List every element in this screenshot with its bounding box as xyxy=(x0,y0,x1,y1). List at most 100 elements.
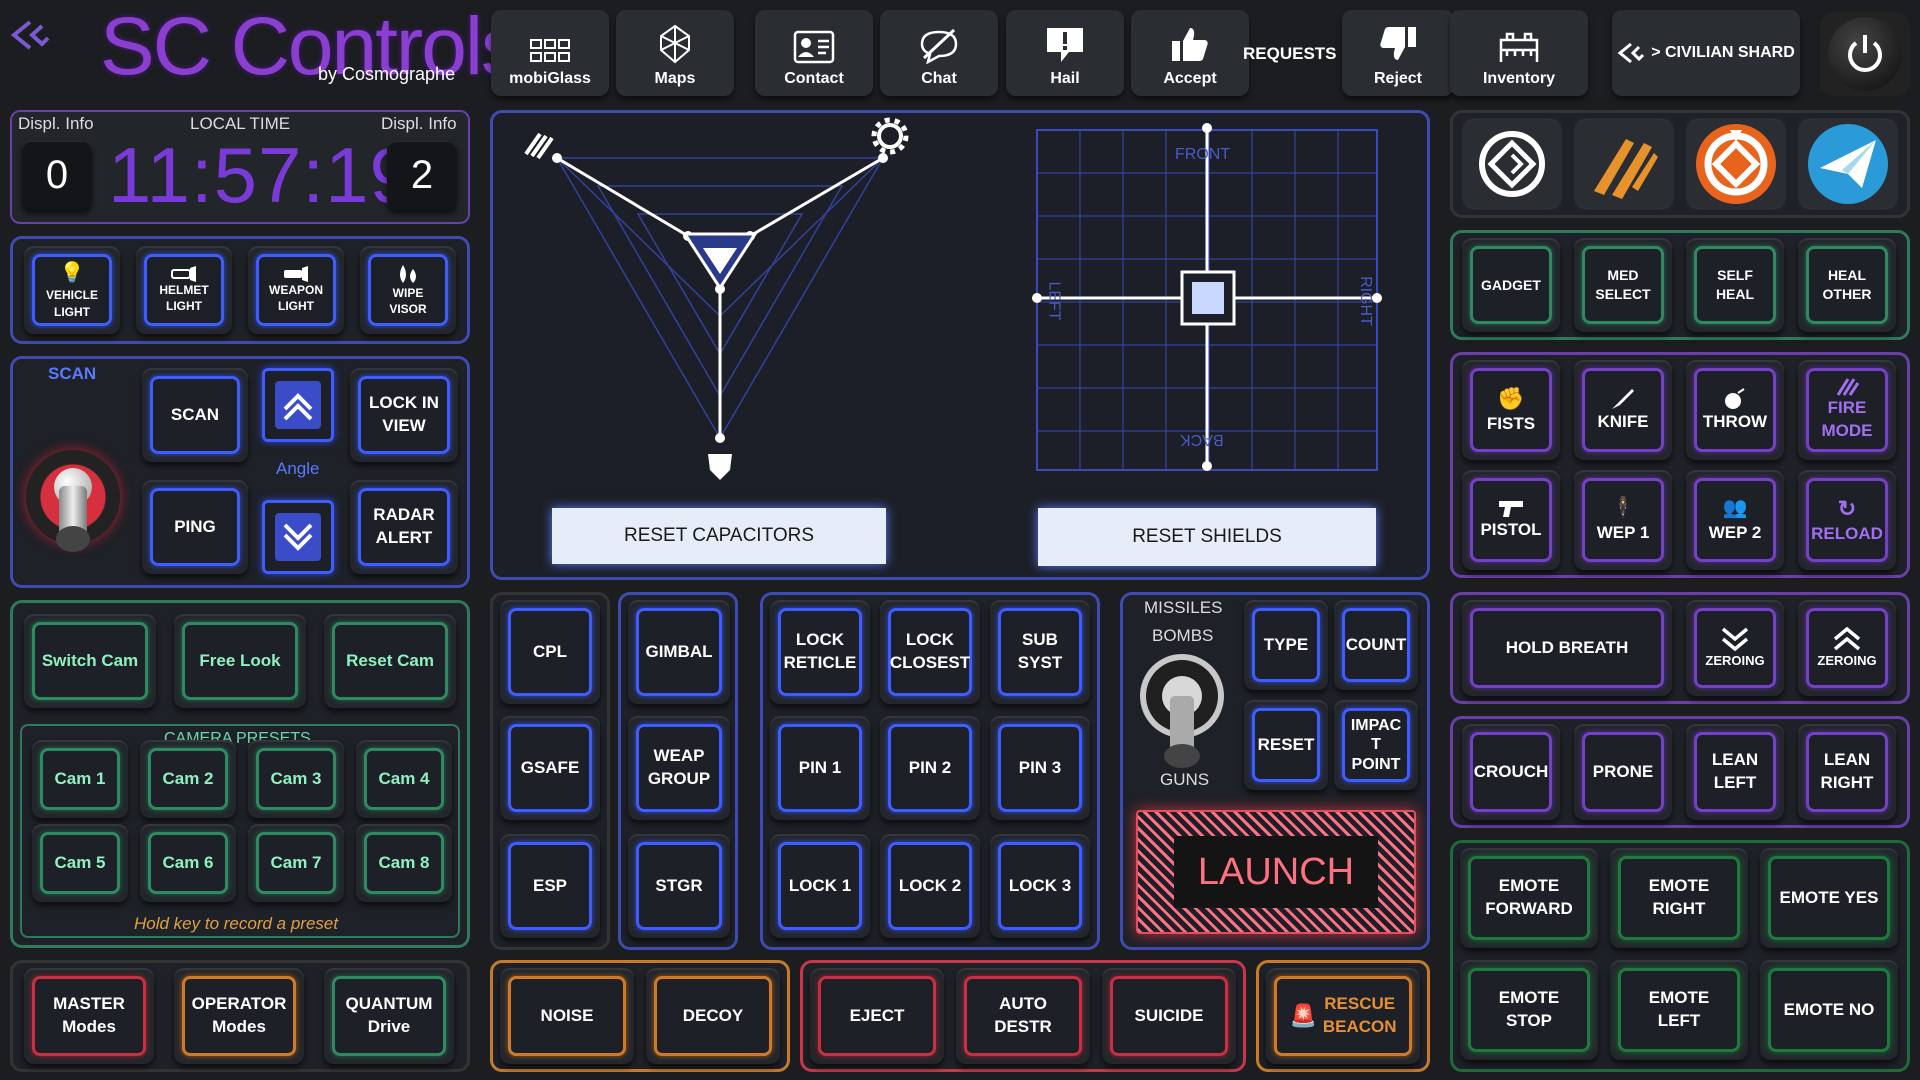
display-info-left-button[interactable]: 0 xyxy=(22,140,92,210)
lean-right-button[interactable]: LEAN RIGHT xyxy=(1798,724,1896,820)
reset-cam-button[interactable]: Reset Cam xyxy=(324,614,456,708)
wipe-visor-button[interactable]: WIPE VISOR xyxy=(360,246,456,334)
self-heal-button[interactable]: SELF HEAL xyxy=(1686,238,1784,332)
emote-yes-button[interactable]: EMOTE YES xyxy=(1760,848,1898,948)
power-triangle-widget[interactable] xyxy=(510,116,930,496)
reset-shields-button[interactable]: RESET SHIELDS xyxy=(1038,508,1376,566)
helmet-light-button[interactable]: HELMET LIGHT xyxy=(136,246,232,334)
contact-button[interactable]: Contact xyxy=(755,10,873,96)
gimbal-button[interactable]: GIMBAL xyxy=(628,600,730,704)
lock3-button[interactable]: LOCK 3 xyxy=(990,834,1090,938)
app-shortcut-4[interactable] xyxy=(1798,118,1898,210)
knife-button[interactable]: KNIFE xyxy=(1574,360,1672,460)
operator-modes-label: OPERATOR Modes xyxy=(191,994,287,1036)
lock-in-view-button[interactable]: LOCK IN VIEW xyxy=(350,368,458,462)
med-select-button[interactable]: MED SELECT xyxy=(1574,238,1672,332)
shield-grid-widget[interactable]: FRONT BACK LEFT RIGHT xyxy=(1020,116,1400,486)
gsafe-button[interactable]: GSAFE xyxy=(500,716,600,820)
vehicle-light-button[interactable]: 💡 VEHICLE LIGHT xyxy=(24,246,120,334)
emote-stop-button[interactable]: EMOTE STOP xyxy=(1460,960,1598,1060)
back-logo-icon[interactable] xyxy=(8,18,58,58)
ping-button[interactable]: PING xyxy=(142,480,248,574)
angle-down-button[interactable] xyxy=(262,500,334,574)
emote-left-button[interactable]: EMOTE LEFT xyxy=(1610,960,1748,1060)
heal-other-button[interactable]: HEAL OTHER xyxy=(1798,238,1896,332)
missile-reset-button[interactable]: RESET xyxy=(1244,700,1328,790)
noise-button[interactable]: NOISE xyxy=(500,968,634,1064)
stgr-button[interactable]: STGR xyxy=(628,834,730,938)
camera-preset-button[interactable]: Cam 2 xyxy=(140,740,236,818)
switch-cam-button[interactable]: Switch Cam xyxy=(24,614,156,708)
zeroing-down-button[interactable]: ZEROING xyxy=(1686,600,1784,696)
app-shortcut-2[interactable] xyxy=(1574,118,1674,210)
reset-capacitors-button[interactable]: RESET CAPACITORS xyxy=(552,508,886,564)
hold-breath-button[interactable]: HOLD BREATH xyxy=(1462,600,1672,696)
chat-button[interactable]: Chat xyxy=(880,10,998,96)
camera-preset-button[interactable]: Cam 4 xyxy=(356,740,452,818)
camera-preset-button[interactable]: Cam 5 xyxy=(32,824,128,902)
emote-right-button[interactable]: EMOTE RIGHT xyxy=(1610,848,1748,948)
launch-button[interactable]: LAUNCH xyxy=(1136,810,1416,934)
pistol-button[interactable]: PISTOL xyxy=(1462,470,1560,570)
app-shortcut-3[interactable] xyxy=(1686,118,1786,210)
missile-type-button[interactable]: TYPE xyxy=(1244,600,1328,690)
angle-up-button[interactable] xyxy=(262,368,334,442)
rescue-beacon-button[interactable]: 🚨 RESCUE BEACON xyxy=(1266,968,1420,1064)
missile-count-button[interactable]: COUNT xyxy=(1334,600,1418,690)
camera-preset-button[interactable]: Cam 3 xyxy=(248,740,344,818)
weapon-light-button[interactable]: WEAPON LIGHT xyxy=(248,246,344,334)
decoy-button[interactable]: DECOY xyxy=(646,968,780,1064)
missile-mode-toggle-switch[interactable] xyxy=(1138,650,1226,776)
wep2-button[interactable]: 👥 WEP 2 xyxy=(1686,470,1784,570)
radar-alert-button[interactable]: RADAR ALERT xyxy=(350,480,458,574)
camera-preset-button[interactable]: Cam 7 xyxy=(248,824,344,902)
shard-button[interactable]: > CIVILIAN SHARD xyxy=(1612,10,1800,96)
reject-button[interactable]: Reject xyxy=(1342,10,1454,96)
lean-left-button[interactable]: LEAN LEFT xyxy=(1686,724,1784,820)
power-button[interactable] xyxy=(1820,12,1910,96)
emote-forward-button[interactable]: EMOTE FORWARD xyxy=(1460,848,1598,948)
eject-button[interactable]: EJECT xyxy=(810,968,944,1064)
scan-toggle-switch[interactable] xyxy=(26,450,120,552)
pin1-button[interactable]: PIN 1 xyxy=(770,716,870,820)
weap-group-button[interactable]: WEAP GROUP xyxy=(628,716,730,820)
sub-syst-button[interactable]: SUB SYST xyxy=(990,600,1090,704)
wep1-button[interactable]: 🕴 WEP 1 xyxy=(1574,470,1672,570)
free-look-button[interactable]: Free Look xyxy=(174,614,306,708)
maps-button[interactable]: Maps xyxy=(616,10,734,96)
master-modes-button[interactable]: MASTER Modes xyxy=(24,968,154,1064)
cpl-button[interactable]: CPL xyxy=(500,600,600,704)
lock-closest-label: LOCK CLOSEST xyxy=(889,630,971,672)
pin3-button[interactable]: PIN 3 xyxy=(990,716,1090,820)
hail-button[interactable]: Hail xyxy=(1006,10,1124,96)
lock1-button[interactable]: LOCK 1 xyxy=(770,834,870,938)
crouch-button[interactable]: CROUCH xyxy=(1462,724,1560,820)
lock2-button[interactable]: LOCK 2 xyxy=(880,834,980,938)
emote-no-button[interactable]: EMOTE NO xyxy=(1760,960,1898,1060)
prone-button[interactable]: PRONE xyxy=(1574,724,1672,820)
display-info-right-button[interactable]: 2 xyxy=(387,140,457,210)
mobiglass-button[interactable]: mobiGlass xyxy=(491,10,609,96)
auto-destr-button[interactable]: AUTO DESTR xyxy=(956,968,1090,1064)
operator-modes-button[interactable]: OPERATOR Modes xyxy=(174,968,304,1064)
quantum-drive-button[interactable]: QUANTUM Drive xyxy=(324,968,454,1064)
throw-button[interactable]: THROW xyxy=(1686,360,1784,460)
app-shortcut-1[interactable] xyxy=(1462,118,1562,210)
impact-point-button[interactable]: IMPAC T POINT xyxy=(1334,700,1418,790)
camera-preset-button[interactable]: Cam 1 xyxy=(32,740,128,818)
suicide-button[interactable]: SUICIDE xyxy=(1102,968,1236,1064)
lock-closest-button[interactable]: LOCK CLOSEST xyxy=(880,600,980,704)
reload-button[interactable]: ↻ RELOAD xyxy=(1798,470,1896,570)
camera-preset-button[interactable]: Cam 6 xyxy=(140,824,236,902)
gadget-button[interactable]: GADGET xyxy=(1462,238,1560,332)
esp-button[interactable]: ESP xyxy=(500,834,600,938)
camera-preset-button[interactable]: Cam 8 xyxy=(356,824,452,902)
inventory-button[interactable]: Inventory xyxy=(1450,10,1588,96)
scan-button[interactable]: SCAN xyxy=(142,368,248,462)
fists-button[interactable]: ✊ FISTS xyxy=(1462,360,1560,460)
pin2-button[interactable]: PIN 2 xyxy=(880,716,980,820)
accept-button[interactable]: Accept xyxy=(1131,10,1249,96)
fire-mode-button[interactable]: FIRE MODE xyxy=(1798,360,1896,460)
zeroing-up-button[interactable]: ZEROING xyxy=(1798,600,1896,696)
lock-reticle-button[interactable]: LOCK RETICLE xyxy=(770,600,870,704)
